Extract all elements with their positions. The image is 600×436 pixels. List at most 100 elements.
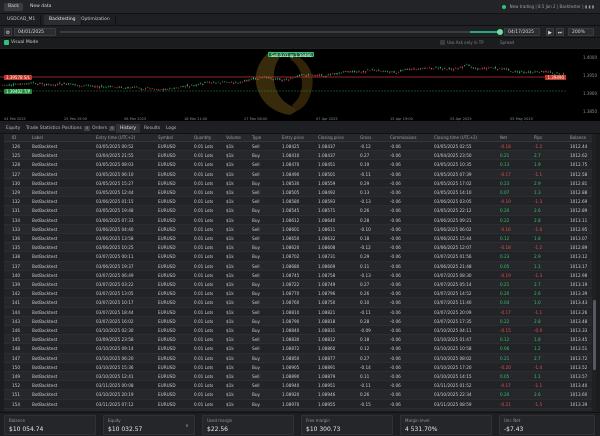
column-header[interactable]: Commissions	[390, 135, 417, 140]
play-icon[interactable]: ▶	[546, 28, 554, 36]
table-row[interactable]: 150 BotBacktest 03/10/2025 15:36 EURUSD 0.01…	[4, 363, 596, 372]
table-row[interactable]: 147 BotBacktest 03/10/2025 06:20 EURUSD 0.01…	[4, 353, 596, 363]
visual-mode-checkbox[interactable]	[4, 40, 9, 45]
tab-results[interactable]: Results	[140, 124, 164, 133]
table-row[interactable]: 134 BotBacktest 03/06/2025 07:33 EURUSD 0.01…	[4, 216, 596, 225]
table-row[interactable]: 142 BotBacktest 03/07/2025 13:05 EURUSD 0.01…	[4, 289, 596, 299]
table-row[interactable]: 138 BotBacktest 03/07/2025 00:11 EURUSD 0.01…	[4, 252, 596, 262]
table-cell: 03/05/2025 19:48	[96, 208, 134, 214]
table-cell: 0.23	[500, 254, 510, 260]
settings-gear-icon[interactable]: ⚙	[4, 28, 12, 36]
table-row[interactable]: 130 BotBacktest 03/05/2025 15:27 EURUSD 0.01…	[4, 179, 596, 188]
table-row[interactable]: 151 BotBacktest 03/10/2025 20:19 EURUSD 0.01…	[4, 390, 596, 400]
table-cell: 03/05/2025 14:10	[434, 190, 472, 195]
tab-history[interactable]: History	[116, 124, 141, 133]
table-cell: -0.13	[360, 272, 371, 278]
table-cell: Buy	[252, 355, 261, 361]
table-row[interactable]: 128 BotBacktest 03/05/2025 08:03 EURUSD 0.01…	[4, 160, 596, 170]
scrollbar-thumb[interactable]	[592, 300, 596, 370]
table-row[interactable]: 129 BotBacktest 03/05/2025 12:44 EURUSD 0.01…	[4, 188, 596, 198]
column-header[interactable]: Gross	[360, 135, 371, 140]
table-cell: $1k	[226, 374, 234, 379]
candle-body	[393, 71, 395, 73]
start-date-field[interactable]: 04/01/2025	[14, 28, 56, 36]
table-row[interactable]: 125 BotBacktest 03/04/2025 21:55 EURUSD 0.01…	[4, 151, 596, 161]
history-table[interactable]: ID Label Entry time (UTC+2) Symbol Quantity V…	[4, 134, 596, 411]
collapse-icon[interactable]: ∨	[184, 423, 190, 429]
column-header[interactable]: Label	[32, 135, 43, 140]
column-header[interactable]: Entry time (UTC+2)	[96, 135, 135, 140]
candle-body	[239, 82, 241, 83]
table-row[interactable]: 144 BotBacktest 03/07/2025 18:44 EURUSD 0.01…	[4, 308, 596, 317]
tab-logs[interactable]: Logs	[162, 124, 180, 133]
column-header[interactable]: ID	[12, 135, 16, 140]
table-cell: $1k	[226, 245, 234, 251]
x-tick: 25 Feb 19:00	[64, 117, 87, 121]
chart-canvas[interactable]	[0, 49, 600, 123]
table-cell: 1.08770	[282, 291, 300, 297]
table-cell: 0.01 Lots	[194, 162, 214, 168]
table-row[interactable]: 126 BotBacktest 03/05/2025 00:52 EURUSD 0.01…	[4, 142, 596, 152]
table-row[interactable]: 143 BotBacktest 03/07/2025 16:02 EURUSD 0.01…	[4, 316, 596, 326]
table-row[interactable]: 133 BotBacktest 03/06/2025 04:40 EURUSD 0.01…	[4, 224, 596, 234]
table-cell: 154	[12, 401, 20, 407]
column-header[interactable]: Closing price	[318, 135, 344, 140]
table-cell: $1k	[226, 383, 234, 389]
new-data-button[interactable]: New data	[26, 3, 55, 11]
table-row[interactable]: 149 BotBacktest 03/10/2025 12:41 EURUSD 0.01…	[4, 372, 596, 382]
table-row[interactable]: 132 BotBacktest 03/06/2025 01:15 EURUSD 0.01…	[4, 197, 596, 207]
column-header[interactable]: Quantity	[194, 135, 211, 140]
column-header[interactable]: Symbol	[158, 135, 173, 140]
candle-body	[450, 68, 452, 70]
table-row[interactable]: 127 BotBacktest 03/05/2025 06:10 EURUSD 0.01…	[4, 169, 596, 179]
column-header[interactable]: Volume	[226, 135, 241, 140]
x-tick: 27 Mar 08:00	[244, 117, 268, 121]
table-row[interactable]: 153BotBacktest03/11/2025 04:26EURUSD0.01…	[4, 408, 596, 411]
tab-optimization[interactable]: Optimization	[76, 15, 116, 25]
price-chart[interactable]: 1.39578 S/L 1.39402 T/P Sell 0.01 @ 1.39…	[0, 48, 600, 122]
table-row[interactable]: 145 BotBacktest 03/09/2025 23:58 EURUSD 0.01…	[4, 335, 596, 345]
table-cell: 1012.98	[570, 272, 588, 278]
table-cell: 2.7	[534, 355, 541, 361]
tab-orders[interactable]: Orders 0	[88, 124, 119, 133]
stat-label: Balance	[9, 418, 25, 423]
ask-checkbox[interactable]	[440, 40, 445, 45]
tab-symbol[interactable]: USDCAD_M1	[2, 15, 42, 25]
column-header[interactable]: Closing time (UTC+2)	[434, 135, 477, 140]
timeline-knob[interactable]	[497, 29, 503, 35]
table-row[interactable]: 152 BotBacktest 03/11/2025 00:08 EURUSD 0.01…	[4, 381, 596, 391]
candle-body	[305, 75, 307, 77]
column-header[interactable]: Net	[500, 135, 507, 140]
candle-body	[404, 68, 406, 70]
column-header[interactable]: Type	[252, 135, 261, 140]
table-cell: 1013.48	[570, 318, 588, 324]
table-row[interactable]: 136 BotBacktest 03/06/2025 13:58 EURUSD 0.01…	[4, 234, 596, 244]
column-header[interactable]: Pips	[534, 135, 542, 140]
table-row[interactable]: 154 BotBacktest 03/11/2025 07:12 EURUSD 0.01…	[4, 400, 596, 409]
speed-select[interactable]: 200%	[568, 28, 594, 36]
column-header[interactable]: Entry price	[282, 135, 304, 140]
table-cell: 0.01 Lots	[194, 291, 214, 297]
table-row[interactable]: 137 BotBacktest 03/06/2025 19:37 EURUSD 0.01…	[4, 261, 596, 271]
step-icon[interactable]: ⏭	[556, 28, 564, 36]
table-row[interactable]: 141 BotBacktest 03/07/2025 10:17 EURUSD 0.01…	[4, 298, 596, 308]
timeline-track[interactable]	[60, 31, 500, 33]
candle-body	[389, 71, 391, 73]
back-button[interactable]: Back	[4, 3, 23, 11]
trade-marker[interactable]: Sell 0.01 @ 1.39490	[268, 52, 315, 58]
table-cell: 1.9	[534, 162, 541, 168]
table-row[interactable]: 140 BotBacktest 03/07/2025 06:49 EURUSD 0.01…	[4, 271, 596, 280]
table-cell: 03/07/2025 08:30	[434, 272, 472, 278]
table-row[interactable]: 131 BotBacktest 03/05/2025 19:48 EURUSD 0.01…	[4, 206, 596, 216]
table-row[interactable]: 135 BotBacktest 03/06/2025 10:25 EURUSD 0.01…	[4, 243, 596, 253]
tab-equity[interactable]: Equity	[2, 124, 24, 133]
stat-value: -$7.43	[504, 426, 524, 433]
table-row[interactable]: 139 BotBacktest 03/07/2025 03:22 EURUSD 0.01…	[4, 280, 596, 290]
table-row[interactable]: 146 BotBacktest 03/10/2025 02:30 EURUSD 0.01…	[4, 326, 596, 336]
table-row[interactable]: 148 BotBacktest 03/10/2025 09:14 EURUSD 0.01…	[4, 344, 596, 354]
table-cell: EURUSD	[158, 190, 176, 195]
end-date-field[interactable]: 04/17/2025	[504, 28, 540, 36]
table-cell: -0.06	[390, 392, 401, 398]
column-header[interactable]: Balance	[570, 135, 586, 140]
table-cell: 1.08818	[318, 318, 336, 324]
